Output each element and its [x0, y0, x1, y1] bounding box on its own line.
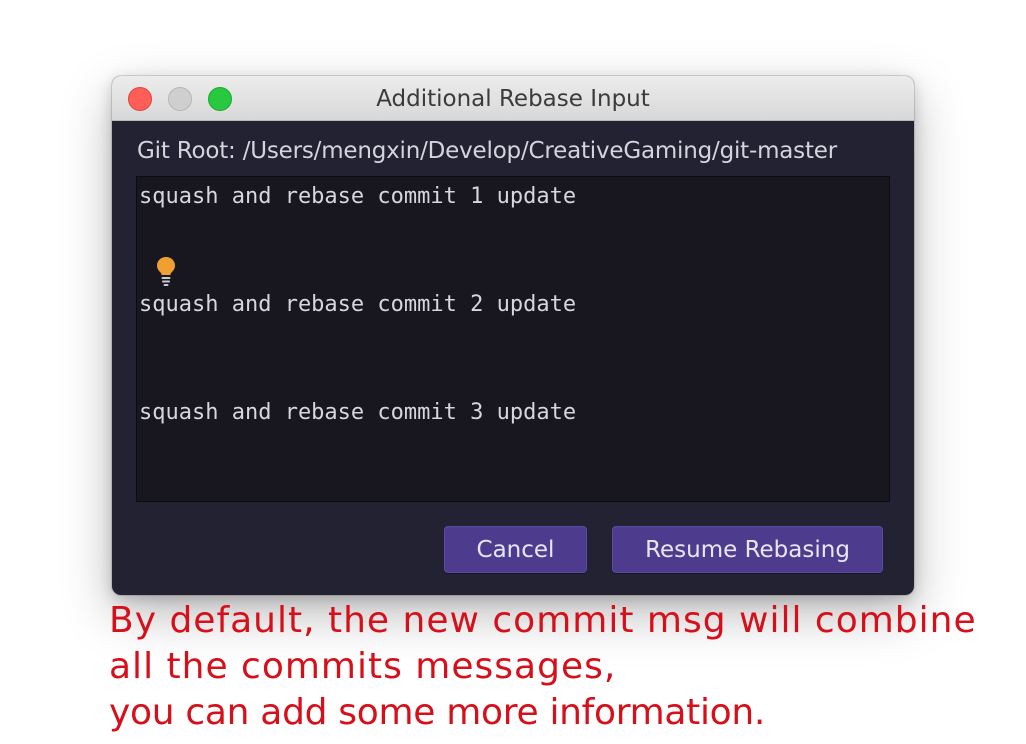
- commit-message-line[interactable]: squash and rebase commit 2 update: [139, 292, 576, 317]
- lightbulb-icon[interactable]: [155, 255, 177, 287]
- title-bar[interactable]: Additional Rebase Input: [112, 76, 914, 121]
- rebase-dialog: Additional Rebase Input Git Root: /Users…: [112, 76, 914, 595]
- resume-rebasing-button[interactable]: Resume Rebasing: [612, 526, 883, 573]
- annotation-line: By default, the new commit msg will comb…: [109, 600, 977, 641]
- window-title: Additional Rebase Input: [376, 86, 650, 112]
- annotation-line: you can add some more information.: [109, 692, 766, 733]
- annotation-caption: By default, the new commit msg will comb…: [109, 598, 977, 736]
- cancel-button[interactable]: Cancel: [444, 526, 587, 573]
- annotation-line: all the commits messages,: [109, 646, 617, 687]
- commit-message-editor[interactable]: squash and rebase commit 1 update squash…: [136, 176, 890, 502]
- git-root-label: Git Root: /Users/mengxin/Develop/Creativ…: [137, 138, 837, 164]
- commit-message-line[interactable]: squash and rebase commit 3 update: [139, 400, 576, 425]
- commit-message-line[interactable]: squash and rebase commit 1 update: [139, 184, 576, 209]
